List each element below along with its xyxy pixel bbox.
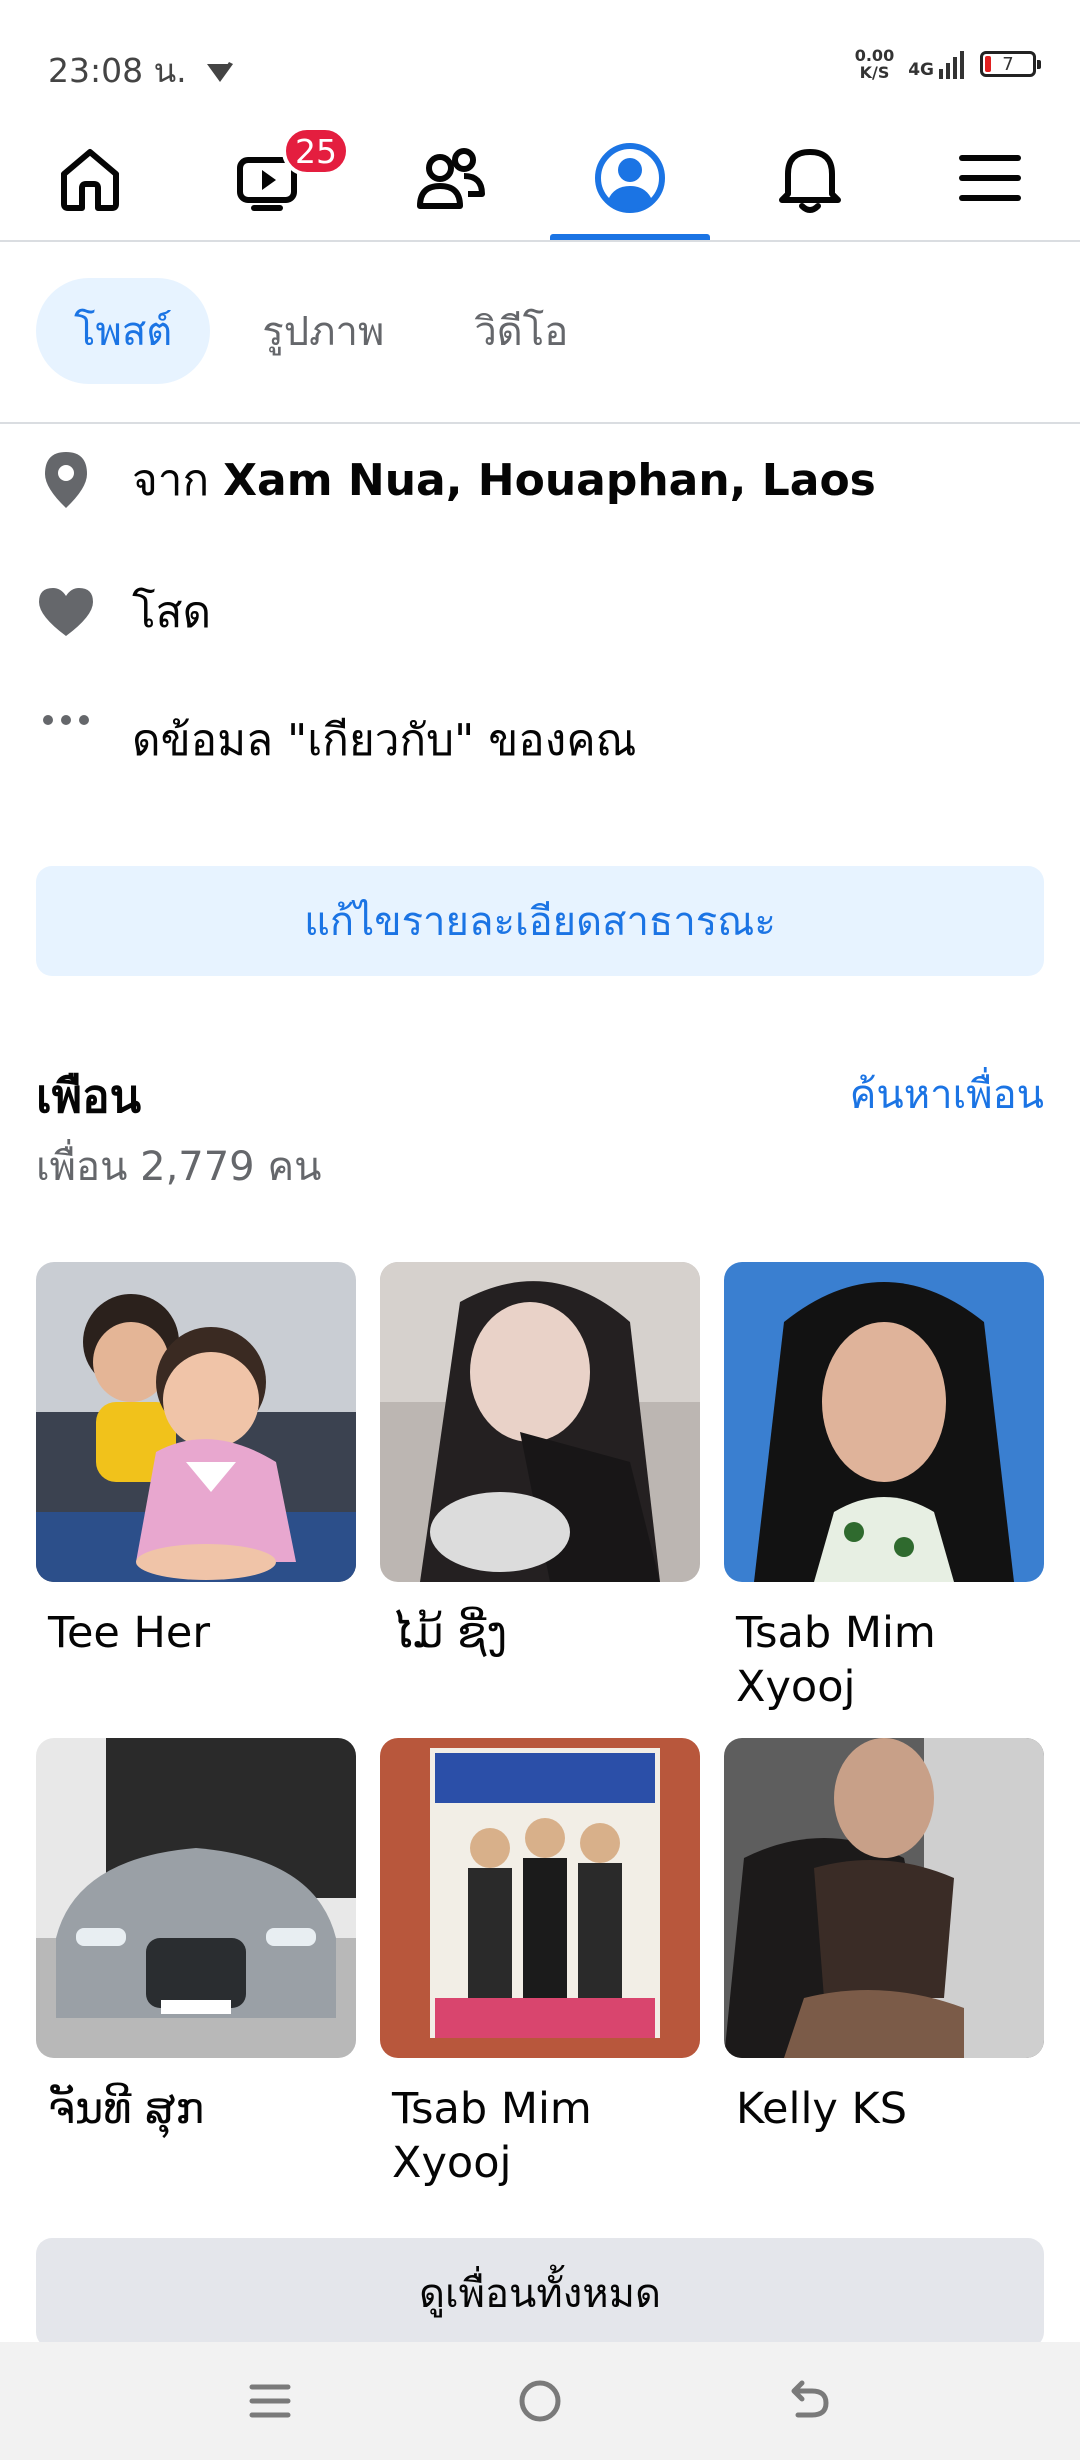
friend-card[interactable]: Tee Her <box>36 1262 356 1660</box>
tab-photos[interactable]: รูปภาพ <box>224 278 422 384</box>
recent-apps-icon <box>249 2384 291 2418</box>
home-icon <box>61 149 119 211</box>
tab-posts[interactable]: โพสต์ <box>36 278 211 384</box>
friend-card[interactable]: ໄມ້ ຊີ່ງ <box>380 1262 700 1660</box>
more-dots-icon <box>36 710 96 770</box>
profile-tabs: โพสต์ รูปภาพ วิดีโอ <box>36 278 606 384</box>
friend-photo[interactable] <box>724 1738 1044 2058</box>
info-about-link[interactable]: ดข้อมล "เกียวกับ" ของคณ <box>36 700 1046 780</box>
system-navigation-bar <box>0 2342 1080 2460</box>
friends-icon <box>417 148 485 209</box>
recent-apps-button[interactable] <box>235 2368 305 2434</box>
friends-count: เพื่อน 2,779 คน <box>36 1144 322 1190</box>
relationship-text: โสด <box>132 587 212 638</box>
friend-photo[interactable] <box>724 1262 1044 1582</box>
friend-photo[interactable] <box>36 1262 356 1582</box>
home-circle-icon <box>519 2380 561 2422</box>
about-text: ดข้อมล "เกียวกับ" ของคณ <box>132 715 637 766</box>
location-text: จาก Xam Nua, Houaphan, Laos <box>132 455 876 506</box>
nav-friends[interactable] <box>370 118 530 238</box>
net-speed: 0.00 K/S <box>854 46 895 82</box>
nav-notifications[interactable] <box>730 118 890 238</box>
friend-name[interactable]: Tsab Mim Xyooj <box>724 1606 1044 1714</box>
friends-title: เพือน <box>36 1069 142 1123</box>
friend-name[interactable]: ຈັນທີ ສຸກ <box>36 2082 356 2136</box>
friend-card[interactable]: Tsab Mim Xyooj <box>724 1262 1044 1714</box>
nav-menu[interactable] <box>910 118 1070 238</box>
see-all-friends-button[interactable]: ดูเพื่อนทั้งหมด <box>36 2238 1044 2348</box>
back-button[interactable] <box>775 2368 845 2434</box>
info-relationship: โสด <box>36 572 1046 652</box>
tab-videos[interactable]: วิดีโอ <box>436 278 606 384</box>
find-friends-link[interactable]: ค้นหาเพื่อน <box>850 1062 1044 1126</box>
friend-photo[interactable] <box>380 1738 700 2058</box>
notification-badge: 25 <box>282 126 350 176</box>
friend-name[interactable]: Tee Her <box>36 1606 356 1660</box>
location-place[interactable]: Xam Nua, Houaphan, Laos <box>223 455 876 506</box>
signal-icon <box>939 51 964 79</box>
status-time-text: 23:08 น. <box>48 51 187 90</box>
top-navigation: 25 <box>0 118 1080 242</box>
friend-photo[interactable] <box>36 1738 356 2058</box>
status-indicators: 0.00 K/S 4G 7 <box>854 42 1041 86</box>
battery-icon: 7 <box>980 51 1041 77</box>
friend-card[interactable]: Tsab Mim Xyooj <box>380 1738 700 2190</box>
location-pin-icon <box>36 450 96 510</box>
signal-indicator: 4G <box>908 49 966 79</box>
friend-name[interactable]: ໄມ້ ຊີ່ງ <box>380 1606 700 1660</box>
profile-icon <box>595 143 665 213</box>
friend-name[interactable]: Tsab Mim Xyooj <box>380 2082 700 2190</box>
status-time: 23:08 น. <box>48 44 237 97</box>
bell-icon <box>779 149 841 213</box>
friend-photo[interactable] <box>380 1262 700 1582</box>
friend-card[interactable]: Kelly KS <box>724 1738 1044 2136</box>
home-button[interactable] <box>505 2368 575 2434</box>
info-location: จาก Xam Nua, Houaphan, Laos <box>36 440 1046 520</box>
heart-icon <box>36 582 96 642</box>
friend-name[interactable]: Kelly KS <box>724 2082 1044 2136</box>
nav-home[interactable] <box>10 118 170 238</box>
location-status-icon <box>207 62 234 82</box>
nav-video[interactable]: 25 <box>190 118 350 238</box>
friend-card[interactable]: ຈັນທີ ສຸກ <box>36 1738 356 2136</box>
menu-icon <box>959 155 1021 201</box>
nav-profile[interactable] <box>550 118 710 240</box>
divider <box>0 422 1080 424</box>
edit-public-details-button[interactable]: แก้ไขรายละเอียดสาธารณะ <box>36 866 1044 976</box>
back-icon <box>791 2380 829 2418</box>
